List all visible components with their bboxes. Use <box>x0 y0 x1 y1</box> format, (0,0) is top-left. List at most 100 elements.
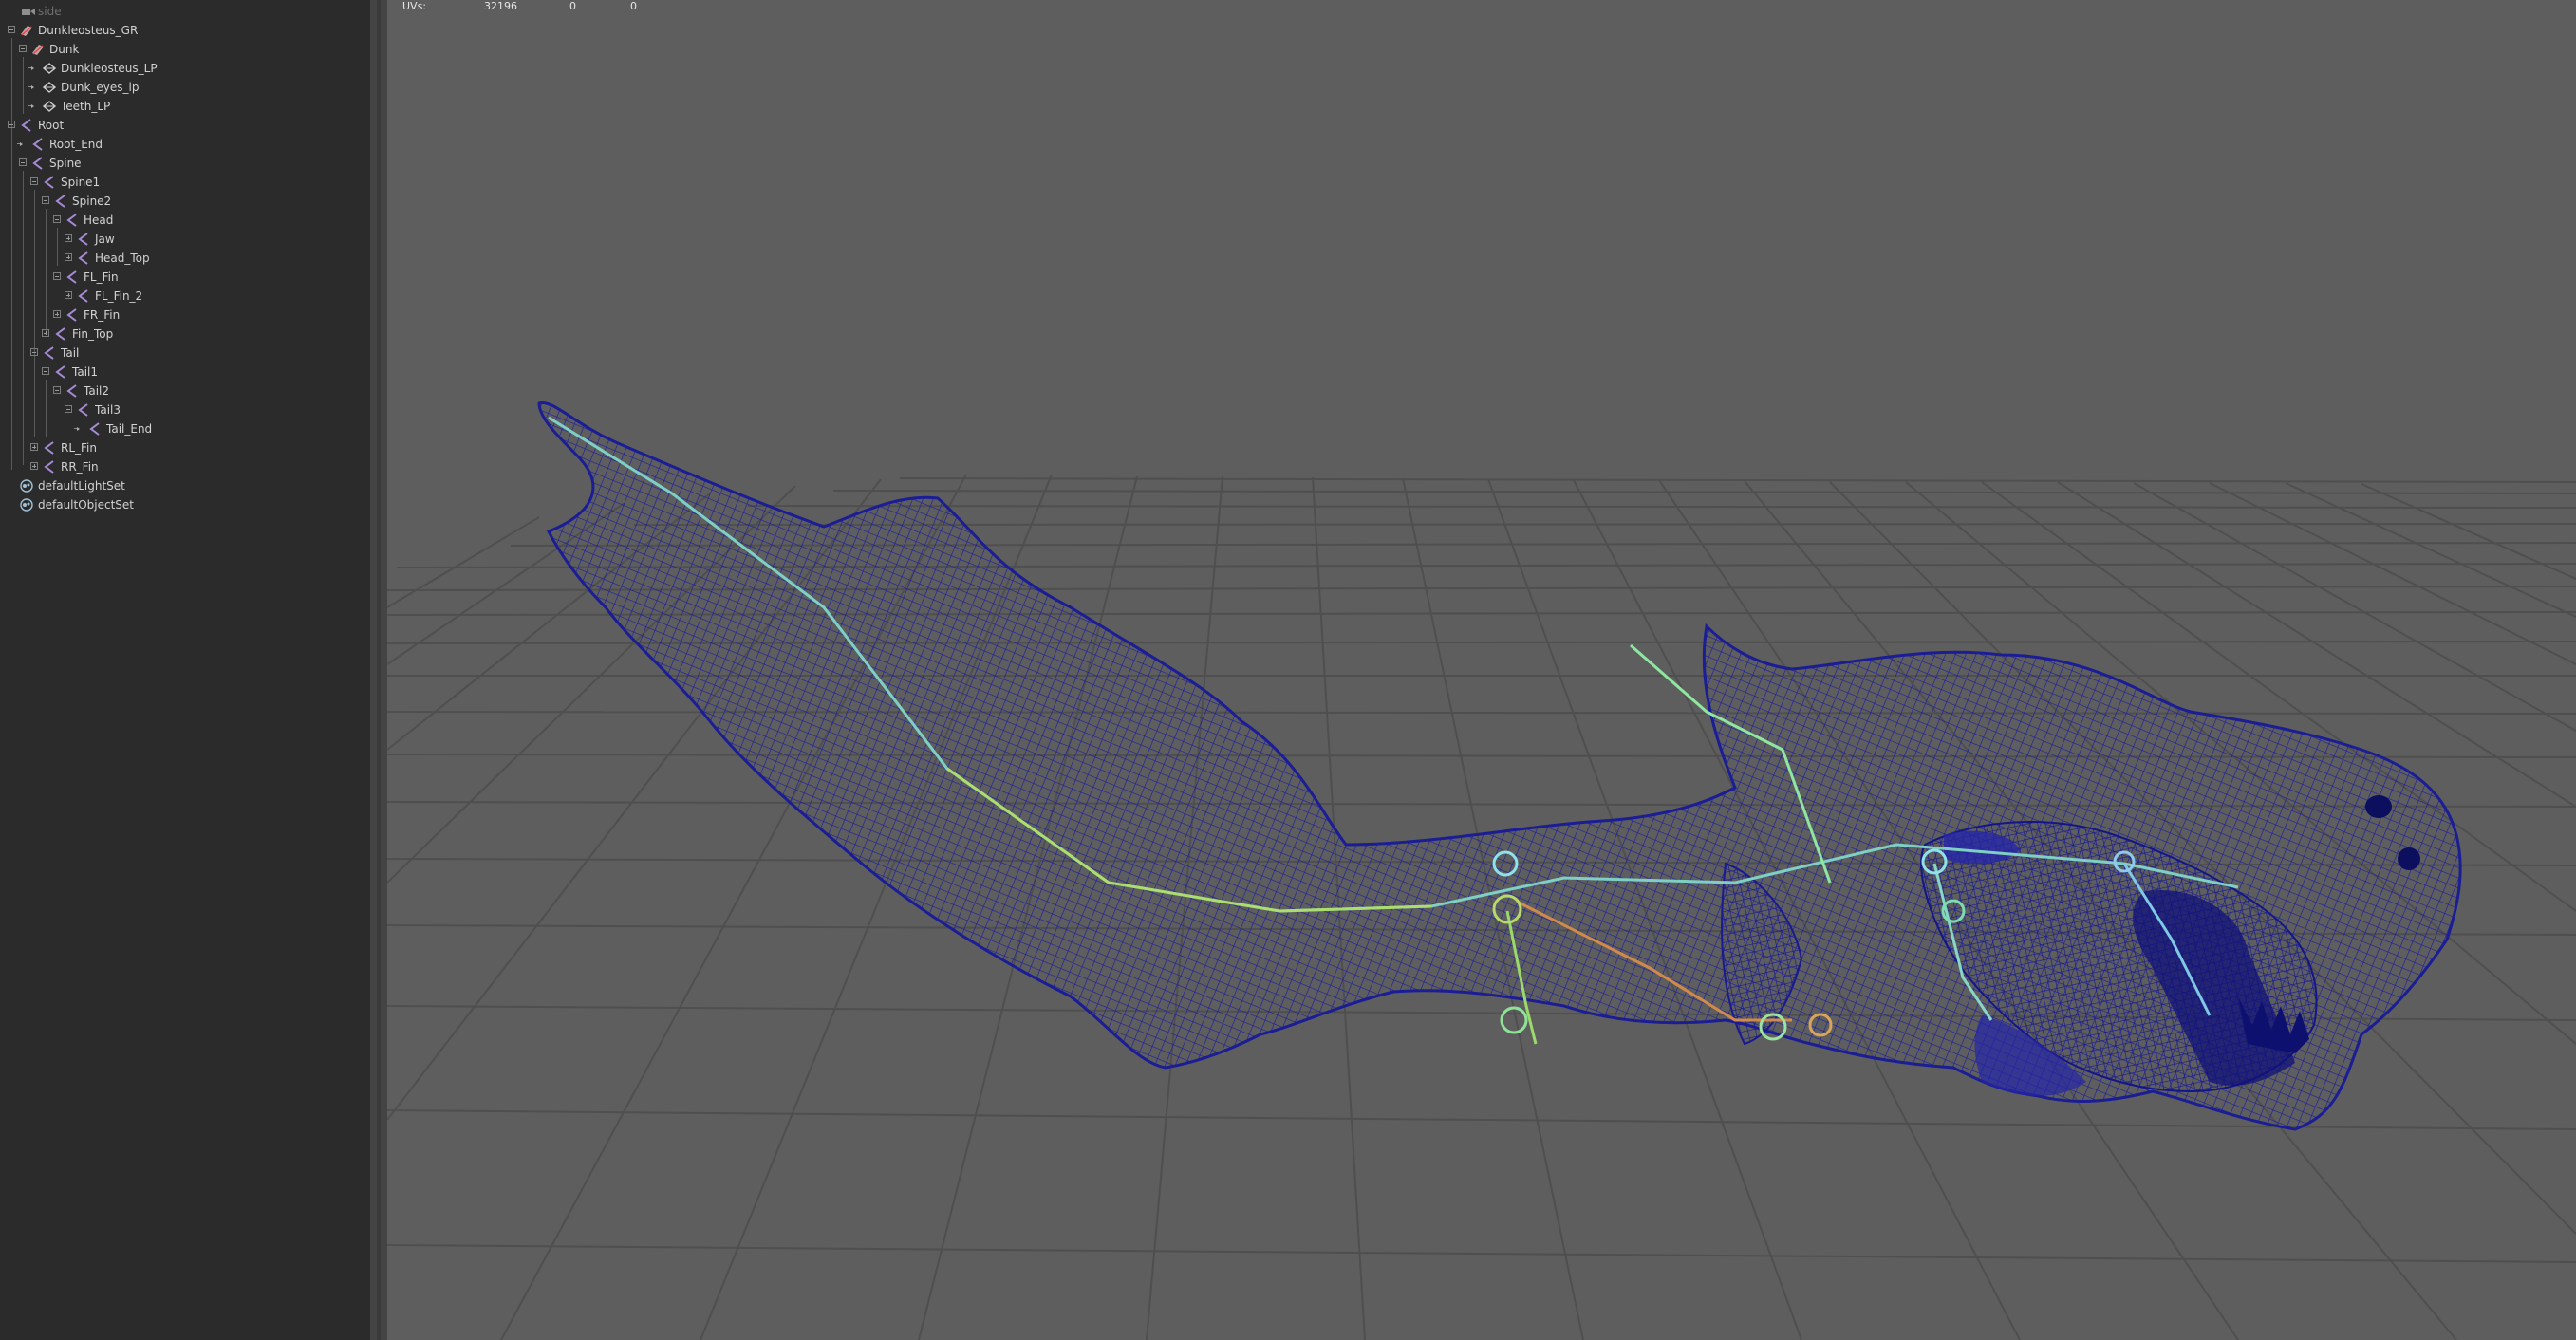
outliner-item-root-end[interactable]: Root_End <box>0 135 370 154</box>
outliner-item-spine2[interactable]: Spine2 <box>0 192 370 211</box>
joint-icon <box>21 119 31 132</box>
outliner-item-tail3[interactable]: Tail3 <box>0 400 370 419</box>
outliner-item-jaw[interactable]: Jaw <box>0 230 370 249</box>
collapse-toggle-icon[interactable] <box>30 177 38 185</box>
collapse-toggle-icon[interactable] <box>30 348 38 356</box>
outliner-item-label: side <box>38 5 62 18</box>
outliner-item-label: Tail_End <box>106 422 153 436</box>
outliner-item-label: Dunkleosteus_GR <box>38 24 139 37</box>
outliner-item-label: defaultLightSet <box>38 479 125 493</box>
outliner-item-tail1[interactable]: Tail1 <box>0 363 370 382</box>
hud-uvs-count: 32196 <box>484 0 517 12</box>
group-transform-icon <box>21 26 32 36</box>
3d-viewport[interactable] <box>387 0 2576 1340</box>
leaf-arrow-icon <box>28 103 34 109</box>
outliner-item-label: Tail1 <box>72 365 98 379</box>
outliner-item-fin-top[interactable]: Fin_Top <box>0 325 370 344</box>
joint-icon <box>78 233 88 246</box>
outliner-item-dunkleosteus-lp[interactable]: Dunkleosteus_LP <box>0 59 370 78</box>
outliner-item-label: FL_Fin_2 <box>95 289 143 303</box>
outliner-item-label: RR_Fin <box>61 460 99 474</box>
outliner-item-rl-fin[interactable]: RL_Fin <box>0 438 370 457</box>
eye-mesh-right[interactable] <box>2398 847 2420 870</box>
outliner-item-dunk[interactable]: Dunk <box>0 40 370 59</box>
outliner-item-teeth-lp[interactable]: Teeth_LP <box>0 97 370 116</box>
collapse-toggle-icon[interactable] <box>42 367 49 375</box>
joint-icon <box>44 460 54 474</box>
outliner-item-root[interactable]: Root <box>0 116 370 135</box>
joint-icon <box>55 195 65 208</box>
outliner-item-label: Spine <box>49 157 82 170</box>
outliner-item-head[interactable]: Head <box>0 211 370 230</box>
collapse-toggle-icon[interactable] <box>19 45 27 52</box>
collapse-toggle-icon[interactable] <box>65 405 72 413</box>
group-transform-icon <box>32 45 44 55</box>
outliner-item-label: Dunk_eyes_lp <box>61 81 140 94</box>
set-icon <box>20 479 33 493</box>
outliner-item-rr-fin[interactable]: RR_Fin <box>0 457 370 476</box>
mesh-icon <box>42 63 57 74</box>
expand-toggle-icon[interactable] <box>65 234 72 242</box>
outliner-panel: side Dunkleosteus_GR Dunk Dunkleosteus_L… <box>0 0 370 1340</box>
outliner-item-label: Tail3 <box>95 403 121 417</box>
outliner-item-default-object-set[interactable]: defaultObjectSet <box>0 495 370 514</box>
collapse-toggle-icon[interactable] <box>8 121 15 128</box>
outliner-item-label: Spine1 <box>61 176 101 189</box>
mesh-icon <box>42 82 57 93</box>
outliner-item-dunk-eyes-lp[interactable]: Dunk_eyes_lp <box>0 78 370 97</box>
outliner-item-side[interactable]: side <box>0 2 370 21</box>
outliner-item-label: Dunk <box>49 43 80 56</box>
expand-toggle-icon[interactable] <box>42 329 49 337</box>
joint-icon <box>78 403 88 417</box>
hud-uvs-label: UVs: <box>402 0 427 12</box>
outliner-item-tail[interactable]: Tail <box>0 344 370 363</box>
outliner-item-label: Tail <box>61 346 80 360</box>
set-icon <box>20 498 33 512</box>
outliner-item-label: Spine2 <box>72 195 112 208</box>
leaf-arrow-icon <box>28 65 34 71</box>
outliner-item-tail-end[interactable]: Tail_End <box>0 419 370 438</box>
collapse-toggle-icon[interactable] <box>8 26 15 33</box>
outliner-item-tail2[interactable]: Tail2 <box>0 382 370 400</box>
joint-icon <box>32 138 43 151</box>
outliner-item-default-light-set[interactable]: defaultLightSet <box>0 476 370 495</box>
outliner-item-label: Jaw <box>95 233 115 246</box>
outliner-item-label: Root_End <box>49 138 103 151</box>
collapse-toggle-icon[interactable] <box>53 215 61 223</box>
expand-toggle-icon[interactable] <box>65 253 72 261</box>
panel-splitter[interactable] <box>370 0 387 1340</box>
outliner-item-label: Head <box>84 214 114 227</box>
collapse-toggle-icon[interactable] <box>53 272 61 280</box>
outliner-item-spine[interactable]: Spine <box>0 154 370 173</box>
outliner-item-fl-fin[interactable]: FL_Fin <box>0 268 370 287</box>
joint-icon <box>89 422 100 436</box>
splitter-grip[interactable] <box>377 0 381 1340</box>
joint-icon <box>78 251 88 265</box>
outliner-item-label: Teeth_LP <box>61 100 111 113</box>
outliner-item-fr-fin[interactable]: FR_Fin <box>0 306 370 325</box>
joint-icon <box>44 441 54 455</box>
collapse-toggle-icon[interactable] <box>53 386 61 394</box>
expand-toggle-icon[interactable] <box>30 462 38 470</box>
joint-icon <box>44 176 54 189</box>
outliner-item-fl-fin-2[interactable]: FL_Fin_2 <box>0 287 370 306</box>
expand-toggle-icon[interactable] <box>30 443 38 451</box>
collapse-toggle-icon[interactable] <box>19 158 27 166</box>
outliner-item-label: Root <box>38 119 65 132</box>
outliner-item-head-top[interactable]: Head_Top <box>0 249 370 268</box>
hud-uvs-selected: 0 <box>569 0 576 12</box>
joint-icon <box>55 365 65 379</box>
leaf-arrow-icon <box>74 426 80 432</box>
eye-mesh-left[interactable] <box>2365 795 2392 818</box>
outliner-item-spine1[interactable]: Spine1 <box>0 173 370 192</box>
collapse-toggle-icon[interactable] <box>42 196 49 204</box>
leaf-arrow-icon <box>28 84 34 90</box>
leaf-arrow-icon <box>17 141 23 147</box>
expand-toggle-icon[interactable] <box>53 310 61 318</box>
camera-icon <box>22 9 35 15</box>
mesh-icon <box>42 101 57 112</box>
outliner-item-dunkleosteus-gr[interactable]: Dunkleosteus_GR <box>0 21 370 40</box>
joint-icon <box>55 327 65 341</box>
joint-icon <box>66 384 77 398</box>
expand-toggle-icon[interactable] <box>65 291 72 299</box>
